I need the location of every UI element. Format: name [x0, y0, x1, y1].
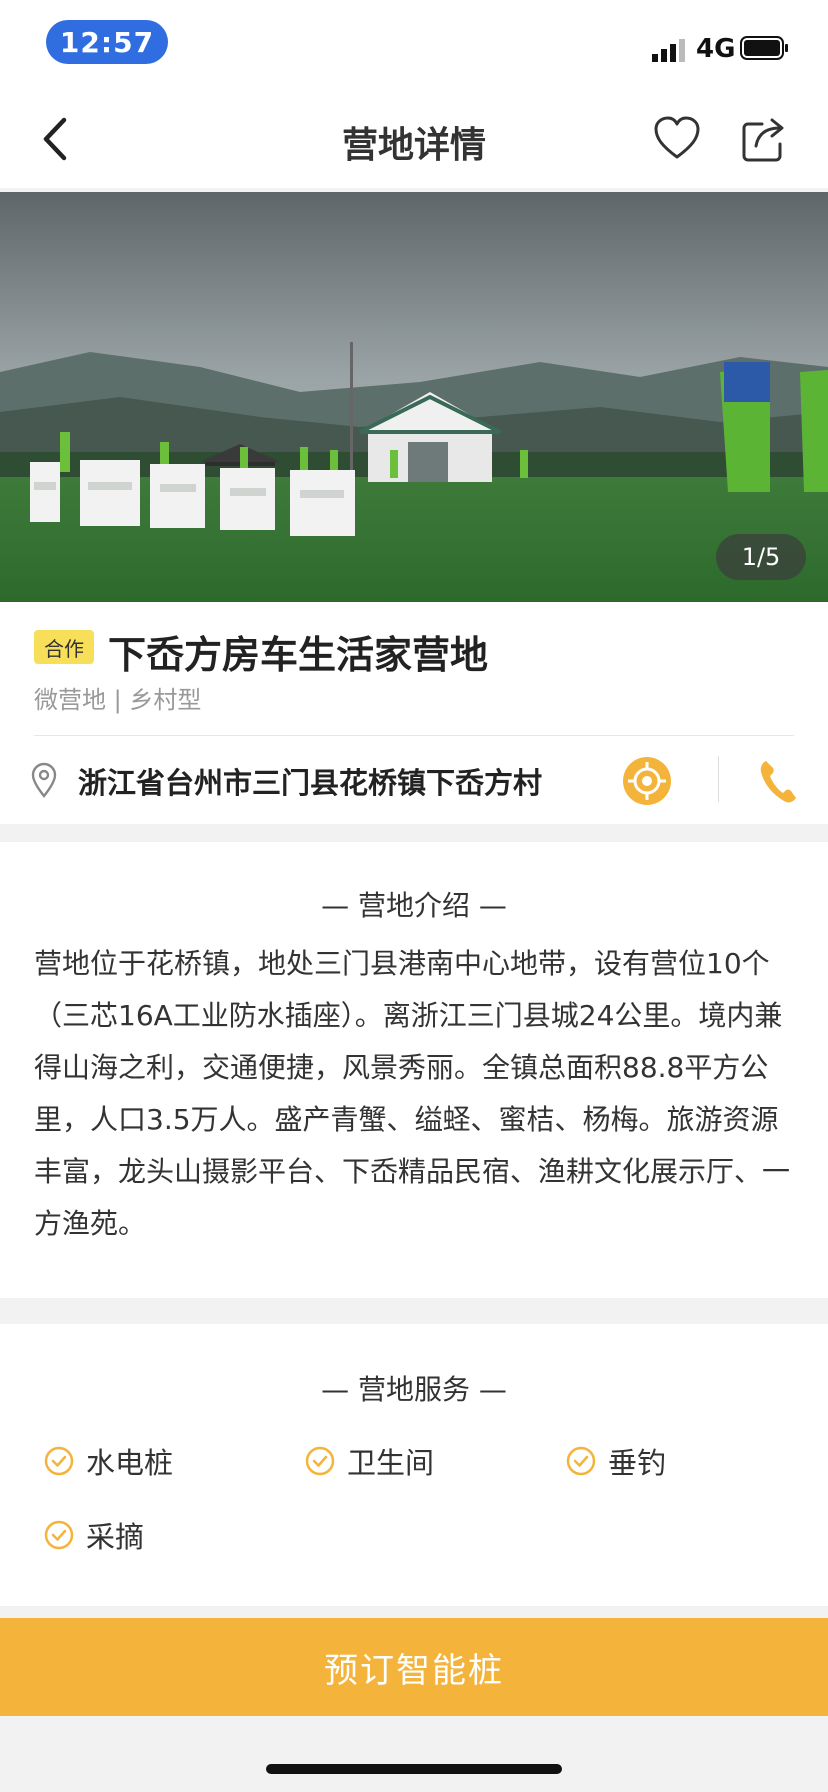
- service-item: 水电桩: [44, 1440, 173, 1482]
- check-circle-icon: [44, 1520, 74, 1550]
- service-label: 水电桩: [86, 1446, 174, 1480]
- heart-icon[interactable]: [652, 114, 702, 164]
- check-circle-icon: [305, 1446, 335, 1476]
- service-label: 采摘: [86, 1520, 145, 1554]
- phone-icon[interactable]: [758, 758, 798, 804]
- network-type: 4G: [696, 34, 736, 64]
- book-smart-pile-button[interactable]: 预订智能桩: [0, 1618, 828, 1716]
- service-item: 采摘: [44, 1514, 144, 1556]
- service-item: 卫生间: [305, 1440, 434, 1482]
- partner-badge: 合作: [34, 630, 94, 664]
- service-label: 垂钓: [608, 1446, 667, 1480]
- nav-bar: [0, 88, 828, 188]
- location-pin-icon: [31, 762, 57, 798]
- share-icon[interactable]: [740, 114, 788, 164]
- campsite-photo: [0, 192, 828, 602]
- divider: [34, 735, 794, 736]
- action-separator: [718, 756, 719, 802]
- intro-text: 营地位于花桥镇，地处三门县港南中心地带，设有营位10个（三芯16A工业防水插座）…: [34, 947, 791, 1240]
- intro-title: — 营地介绍 —: [321, 889, 507, 922]
- home-indicator: [266, 1764, 562, 1774]
- camp-name: 下岙方房车生活家营地: [108, 633, 489, 677]
- service-label: 卫生间: [347, 1446, 435, 1480]
- check-circle-icon: [44, 1446, 74, 1476]
- status-time: 12:57: [46, 20, 168, 64]
- services-title: — 营地服务 —: [321, 1373, 507, 1406]
- image-counter: 1/5: [716, 534, 806, 580]
- locate-icon[interactable]: [622, 756, 672, 806]
- hero-image[interactable]: [0, 192, 828, 602]
- back-icon[interactable]: [36, 114, 76, 164]
- camp-address: 浙江省台州市三门县花桥镇下岙方村: [78, 766, 543, 800]
- battery-icon: [740, 36, 788, 60]
- signal-icon: [652, 39, 685, 62]
- service-item: 垂钓: [566, 1440, 666, 1482]
- camp-type: 微营地 | 乡村型: [34, 686, 202, 714]
- check-circle-icon: [566, 1446, 596, 1476]
